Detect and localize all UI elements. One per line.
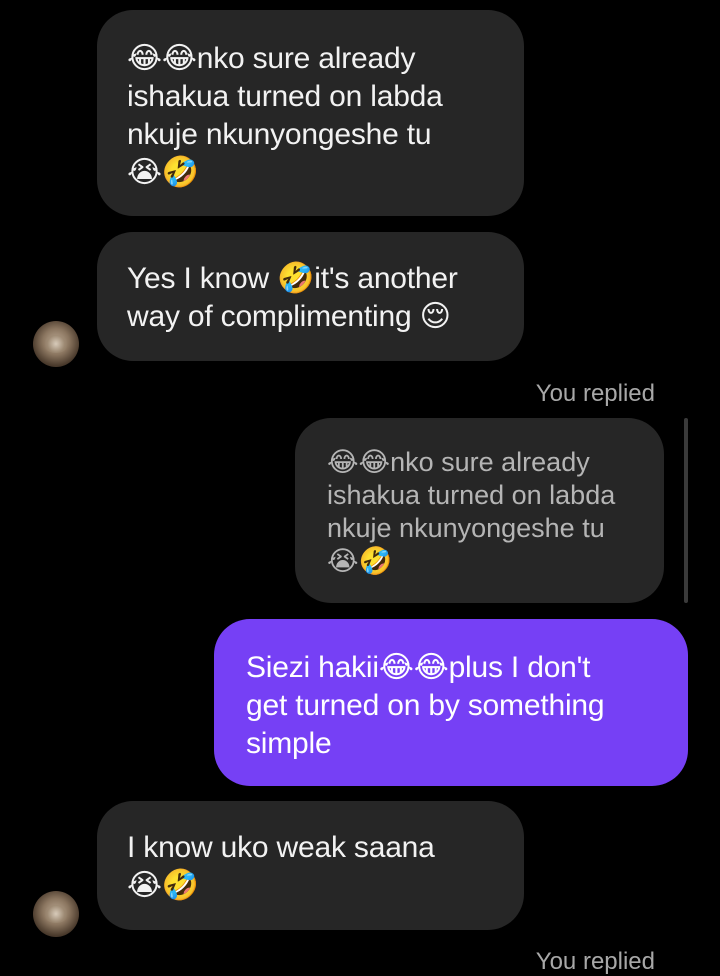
incoming-message[interactable]: I know uko weak saana 😭🤣 bbox=[97, 801, 524, 930]
sender-avatar[interactable] bbox=[33, 321, 79, 367]
you-replied-label: You replied bbox=[535, 948, 655, 975]
incoming-message[interactable]: 😂😂nko sure already ishakua turned on lab… bbox=[97, 10, 524, 216]
sender-avatar[interactable] bbox=[33, 891, 79, 937]
you-replied-label: You replied bbox=[535, 380, 655, 407]
quote-bar bbox=[684, 418, 688, 603]
incoming-message[interactable]: Yes I know 🤣it's another way of complime… bbox=[97, 232, 524, 361]
quoted-message[interactable]: 😂😂nko sure already ishakua turned on lab… bbox=[295, 418, 664, 603]
outgoing-message[interactable]: Siezi hakii😂😂plus I don't get turned on … bbox=[214, 619, 688, 786]
